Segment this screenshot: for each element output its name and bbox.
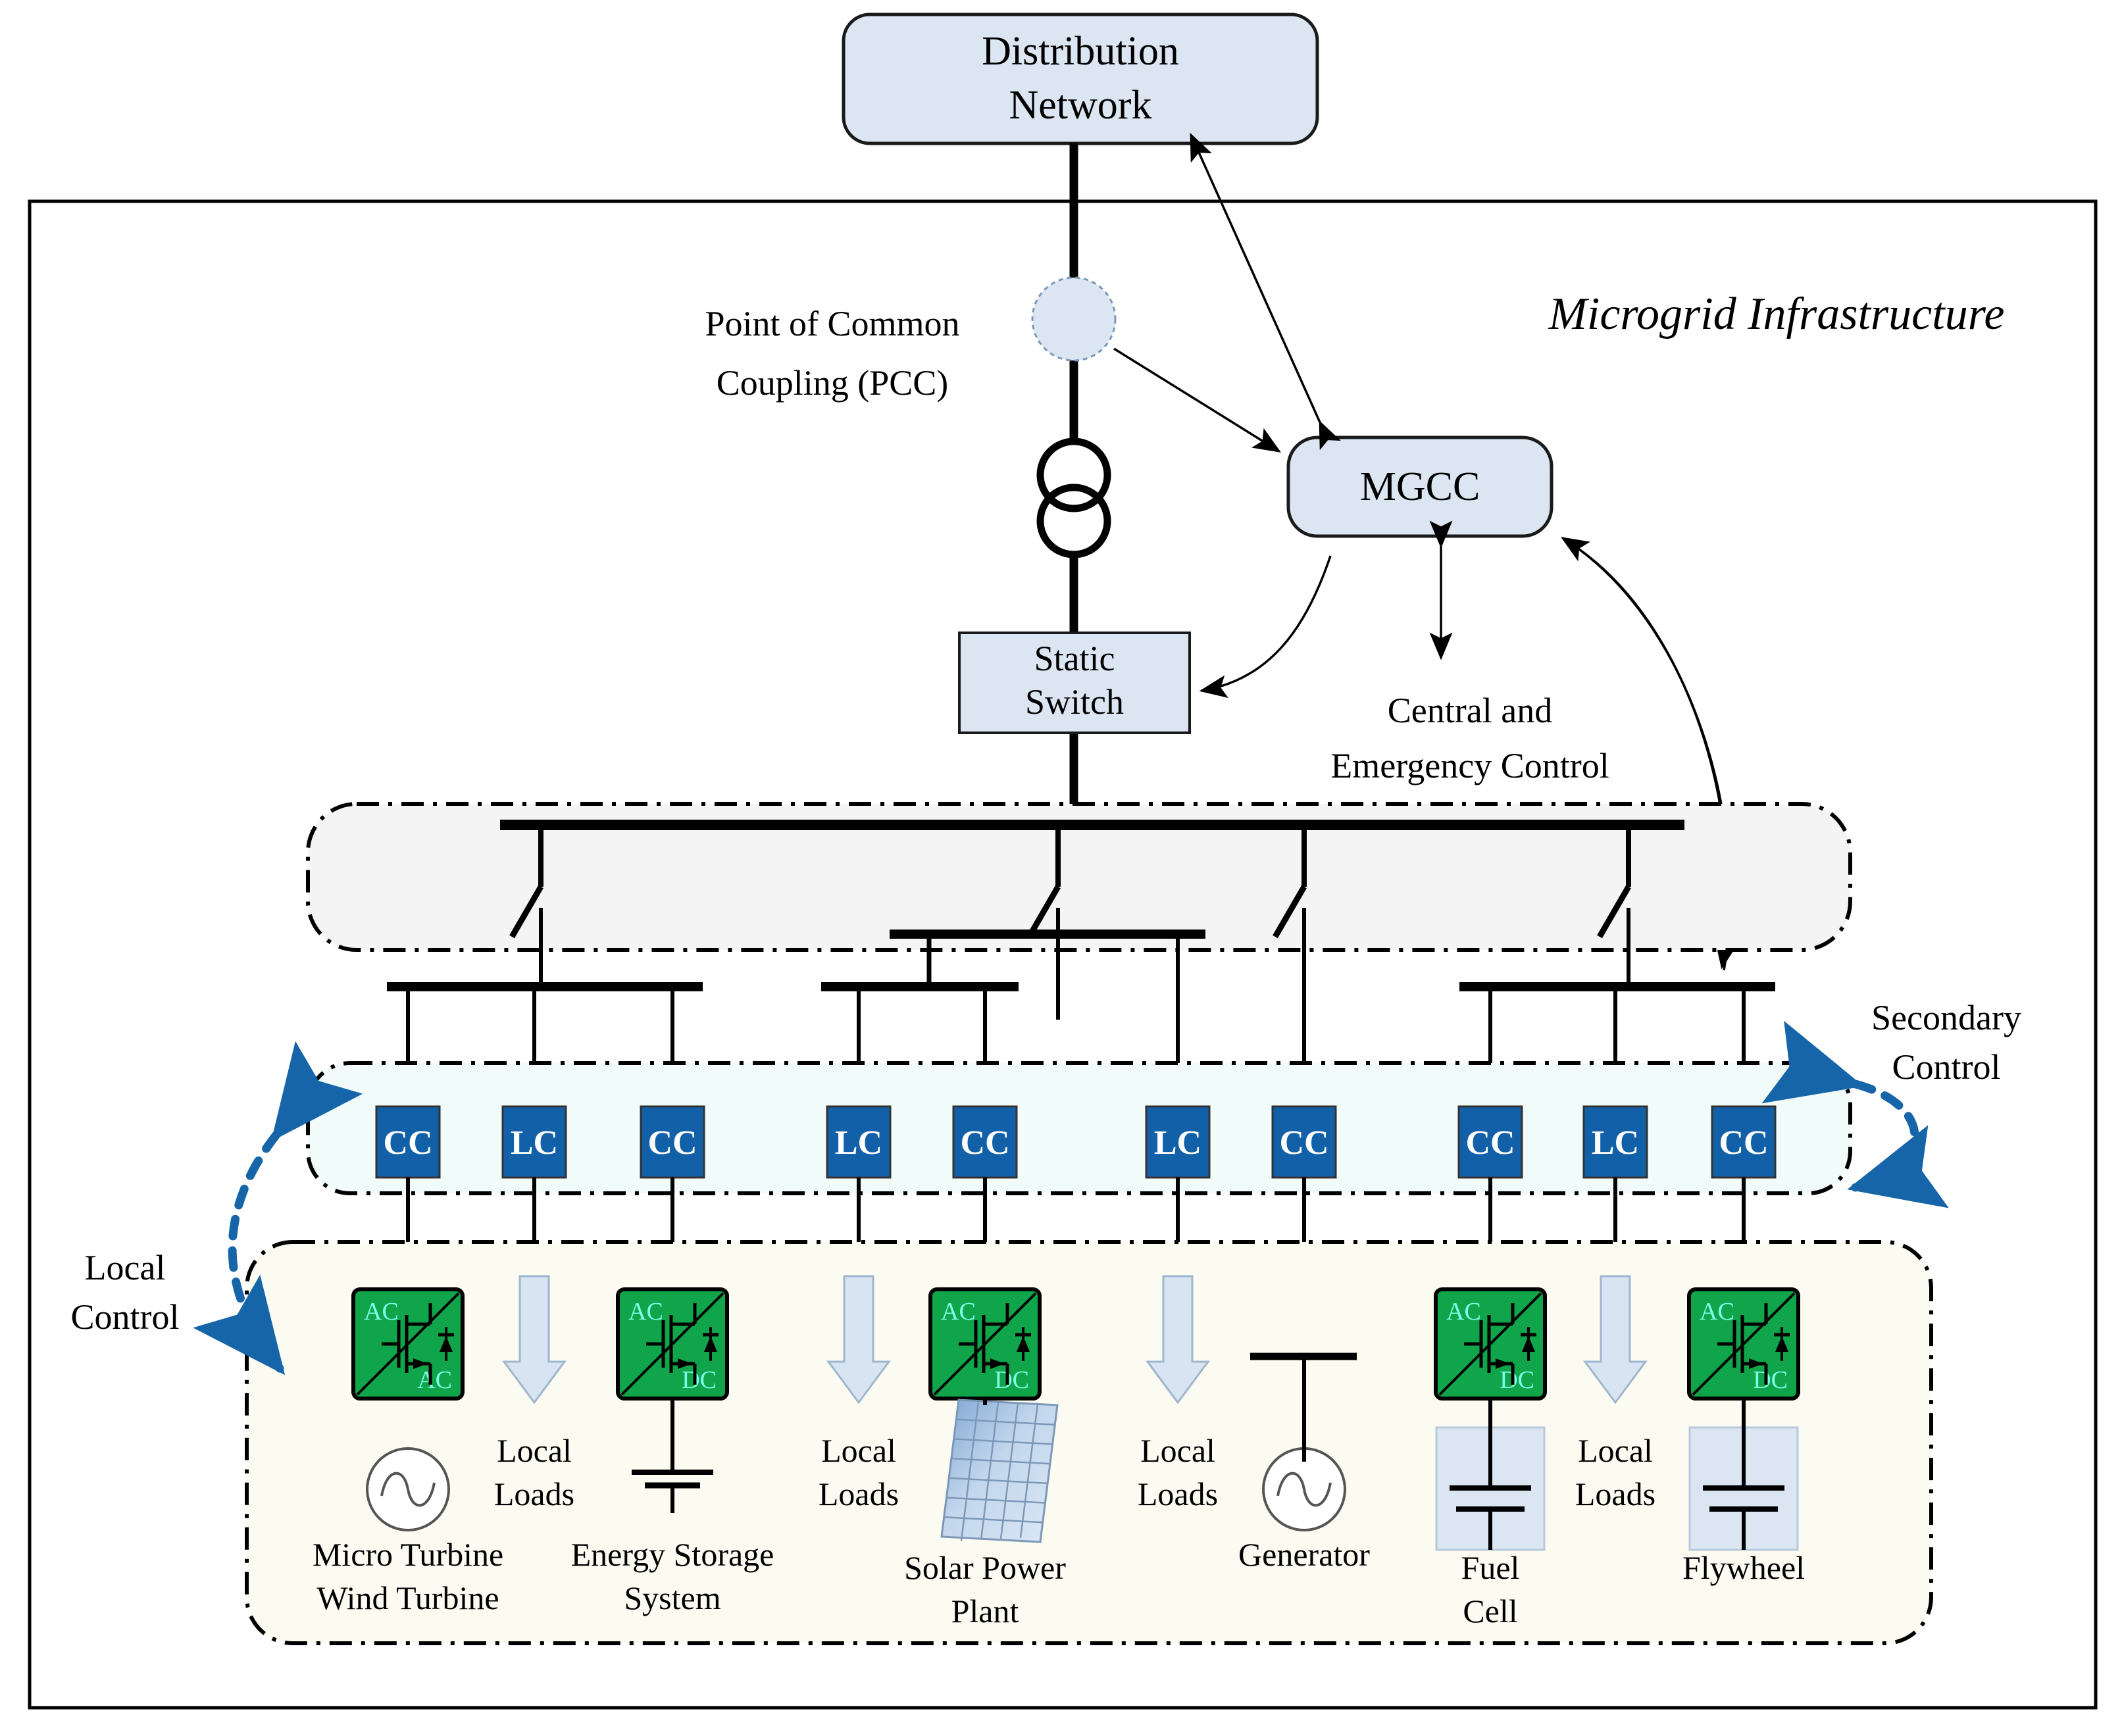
secondary-control-arrow xyxy=(1761,1020,1949,1208)
source-label-line1: Flywheel xyxy=(1682,1549,1805,1586)
converter-bottom-label: DC xyxy=(1753,1366,1788,1394)
mgcc-label: MGCC xyxy=(1360,464,1480,509)
static-switch-node[interactable]: Static Switch xyxy=(958,632,1191,734)
converter-top-label: AC xyxy=(941,1298,976,1326)
source-capacitor-5[interactable]: Flywheel xyxy=(1682,1399,1805,1586)
local-load-label-line1: Local xyxy=(497,1432,572,1469)
central-control-label-line2: Emergency Control xyxy=(1330,746,1609,785)
arrow-pcc-to-mgcc xyxy=(1113,347,1281,453)
controller-label: LC xyxy=(511,1124,558,1162)
local-control-label-line1: Local xyxy=(85,1248,166,1287)
converter-top-label: AC xyxy=(1700,1298,1734,1326)
converter-block-0[interactable]: AC AC xyxy=(351,1287,465,1401)
controller-lc-5[interactable]: LC xyxy=(1145,1105,1211,1179)
secondary-control-label-line2: Control xyxy=(1892,1047,2000,1087)
local-load-label-line2: Loads xyxy=(1575,1476,1655,1512)
source-label-line1: Generator xyxy=(1238,1536,1370,1573)
controller-lc-3[interactable]: LC xyxy=(826,1105,892,1179)
controller-label: CC xyxy=(383,1124,432,1162)
controller-lc-8[interactable]: LC xyxy=(1582,1105,1648,1179)
local-load-label-line1: Local xyxy=(821,1432,896,1469)
transformer-icon xyxy=(1036,437,1111,558)
local-control-label-line2: Control xyxy=(70,1297,179,1337)
controller-label: LC xyxy=(1154,1124,1201,1162)
controller-cc-7[interactable]: CC xyxy=(1457,1105,1523,1179)
source-label-line1: Micro Turbine xyxy=(313,1536,503,1573)
local-load-label-line1: Local xyxy=(1578,1432,1653,1469)
static-switch-label-line1: Static xyxy=(1034,639,1115,678)
converter-bottom-label: AC xyxy=(417,1366,452,1394)
converter-block-3[interactable]: AC DC xyxy=(1434,1287,1547,1401)
controller-label: CC xyxy=(1465,1124,1515,1162)
arrow-dn-to-mgcc xyxy=(1190,132,1341,451)
controller-cc-9[interactable]: CC xyxy=(1711,1105,1777,1179)
controller-cc-2[interactable]: CC xyxy=(640,1105,705,1179)
converter-block-1[interactable]: AC DC xyxy=(616,1287,729,1401)
pcc-label-line1: Point of Common xyxy=(705,304,959,343)
controller-cc-0[interactable]: CC xyxy=(375,1105,441,1179)
source-label-line2: Plant xyxy=(951,1593,1019,1629)
arrow-mgcc-to-static-switch xyxy=(1199,555,1332,699)
controller-label: LC xyxy=(835,1124,882,1162)
distribution-network-label-line1: Distribution xyxy=(982,29,1179,74)
local-load-label-line2: Loads xyxy=(1138,1476,1218,1512)
distribution-network-label-line2: Network xyxy=(1009,83,1152,128)
controller-label: LC xyxy=(1592,1124,1639,1162)
converter-top-label: AC xyxy=(364,1298,399,1326)
controller-label: CC xyxy=(1279,1124,1328,1162)
converter-bottom-label: DC xyxy=(994,1366,1029,1394)
converter-block-2[interactable]: AC DC xyxy=(928,1287,1042,1401)
controller-label: CC xyxy=(960,1124,1009,1162)
local-load-label-line2: Loads xyxy=(819,1476,899,1512)
source-label-line2: Cell xyxy=(1463,1593,1517,1629)
controller-label: CC xyxy=(647,1124,697,1162)
secondary-control-label-line1: Secondary xyxy=(1871,998,2021,1037)
source-label-line1: Fuel xyxy=(1461,1549,1520,1586)
mgcc-node[interactable]: MGCC xyxy=(1286,435,1554,538)
controller-label: CC xyxy=(1719,1124,1768,1162)
central-control-label-line1: Central and xyxy=(1388,691,1552,730)
local-load-label-line2: Loads xyxy=(494,1476,574,1512)
controller-cc-4[interactable]: CC xyxy=(952,1105,1018,1179)
controller-lc-1[interactable]: LC xyxy=(501,1105,567,1179)
page-title: Microgrid Infrastructure xyxy=(1548,289,2005,339)
static-switch-label-line2: Switch xyxy=(1025,682,1124,722)
converter-top-label: AC xyxy=(1446,1298,1481,1326)
source-label-line2: System xyxy=(624,1579,720,1616)
source-label-line1: Energy Storage xyxy=(571,1536,774,1573)
solar-panel-icon[interactable] xyxy=(940,1399,1059,1543)
converter-block-4[interactable]: AC DC xyxy=(1687,1287,1800,1401)
distribution-network-node[interactable]: Distribution Network xyxy=(842,12,1319,145)
controller-cc-6[interactable]: CC xyxy=(1271,1105,1337,1179)
source-label-line2: Wind Turbine xyxy=(316,1579,499,1616)
pcc-label-line2: Coupling (PCC) xyxy=(717,363,949,403)
converter-bottom-label: DC xyxy=(1500,1366,1534,1394)
microgrid-diagram: Distribution Network Point of Common Cou… xyxy=(0,0,2122,1736)
pcc-node[interactable] xyxy=(1031,276,1117,362)
source-label-line1: Solar Power xyxy=(904,1549,1066,1586)
local-load-label-line1: Local xyxy=(1140,1432,1215,1469)
converter-bottom-label: DC xyxy=(682,1366,717,1394)
converter-top-label: AC xyxy=(628,1298,663,1326)
